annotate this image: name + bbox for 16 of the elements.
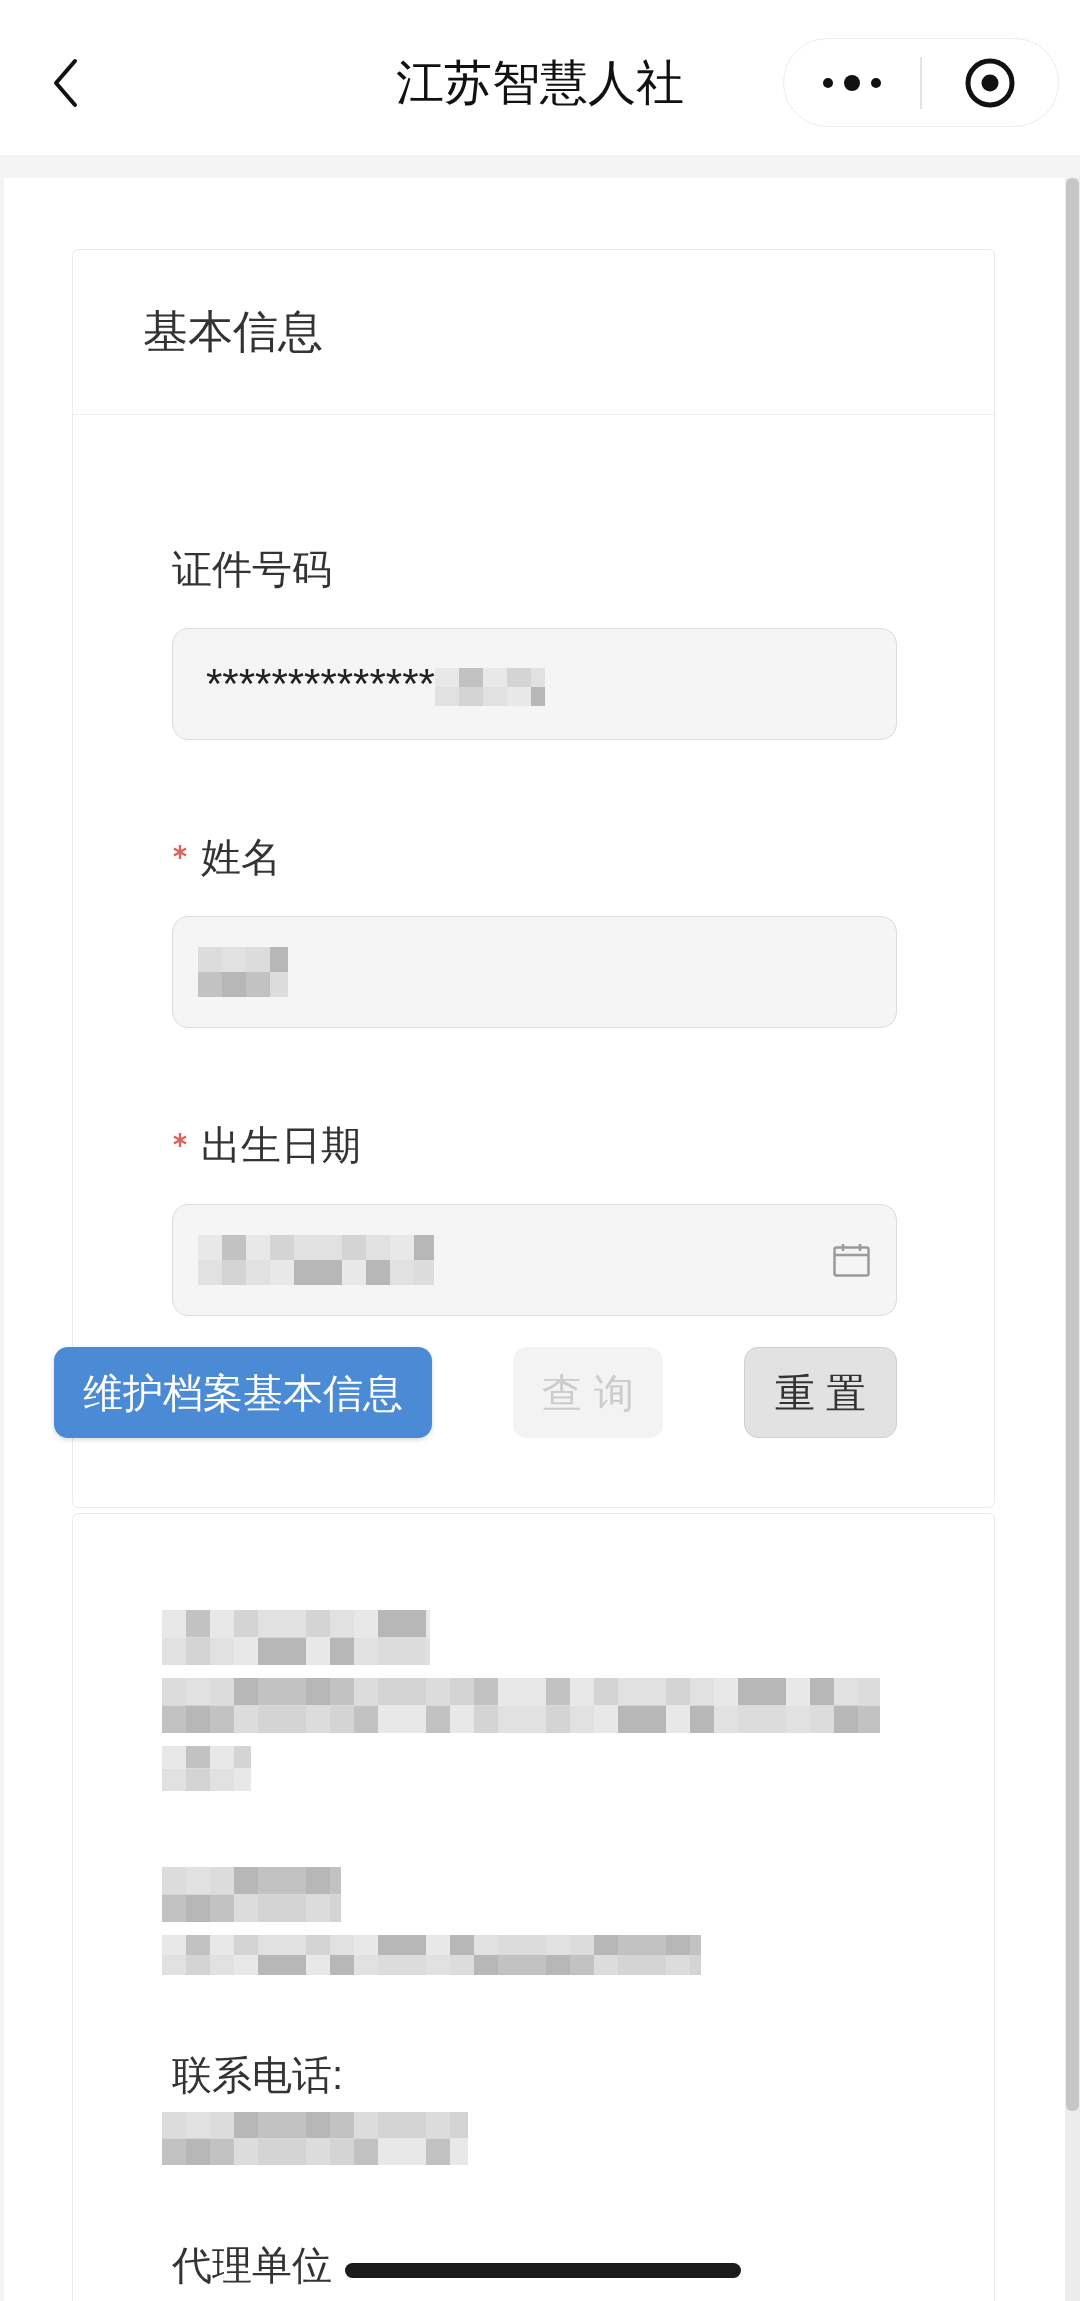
field-label: 姓名 xyxy=(201,834,281,881)
archive-info-button[interactable]: 维护档案基本信息 xyxy=(54,1347,432,1438)
input-field[interactable]: ************** xyxy=(172,628,897,740)
more-icon xyxy=(822,73,883,92)
calendar-icon xyxy=(833,1243,870,1277)
target-icon xyxy=(964,57,1015,108)
field-label: 出生日期 xyxy=(201,1122,361,1169)
date-field[interactable] xyxy=(172,1204,897,1316)
page-title: 江苏智慧人社 xyxy=(396,54,684,111)
field-label: 证件号码 xyxy=(172,546,332,593)
detail-label: 联系电话: xyxy=(172,2052,344,2099)
input-field[interactable] xyxy=(172,916,897,1028)
detail-label: 代理单位 xyxy=(172,2242,332,2289)
card-title: 基本信息 xyxy=(143,305,323,359)
reset-button[interactable]: 重 置 xyxy=(744,1347,897,1438)
back-icon xyxy=(52,57,78,108)
